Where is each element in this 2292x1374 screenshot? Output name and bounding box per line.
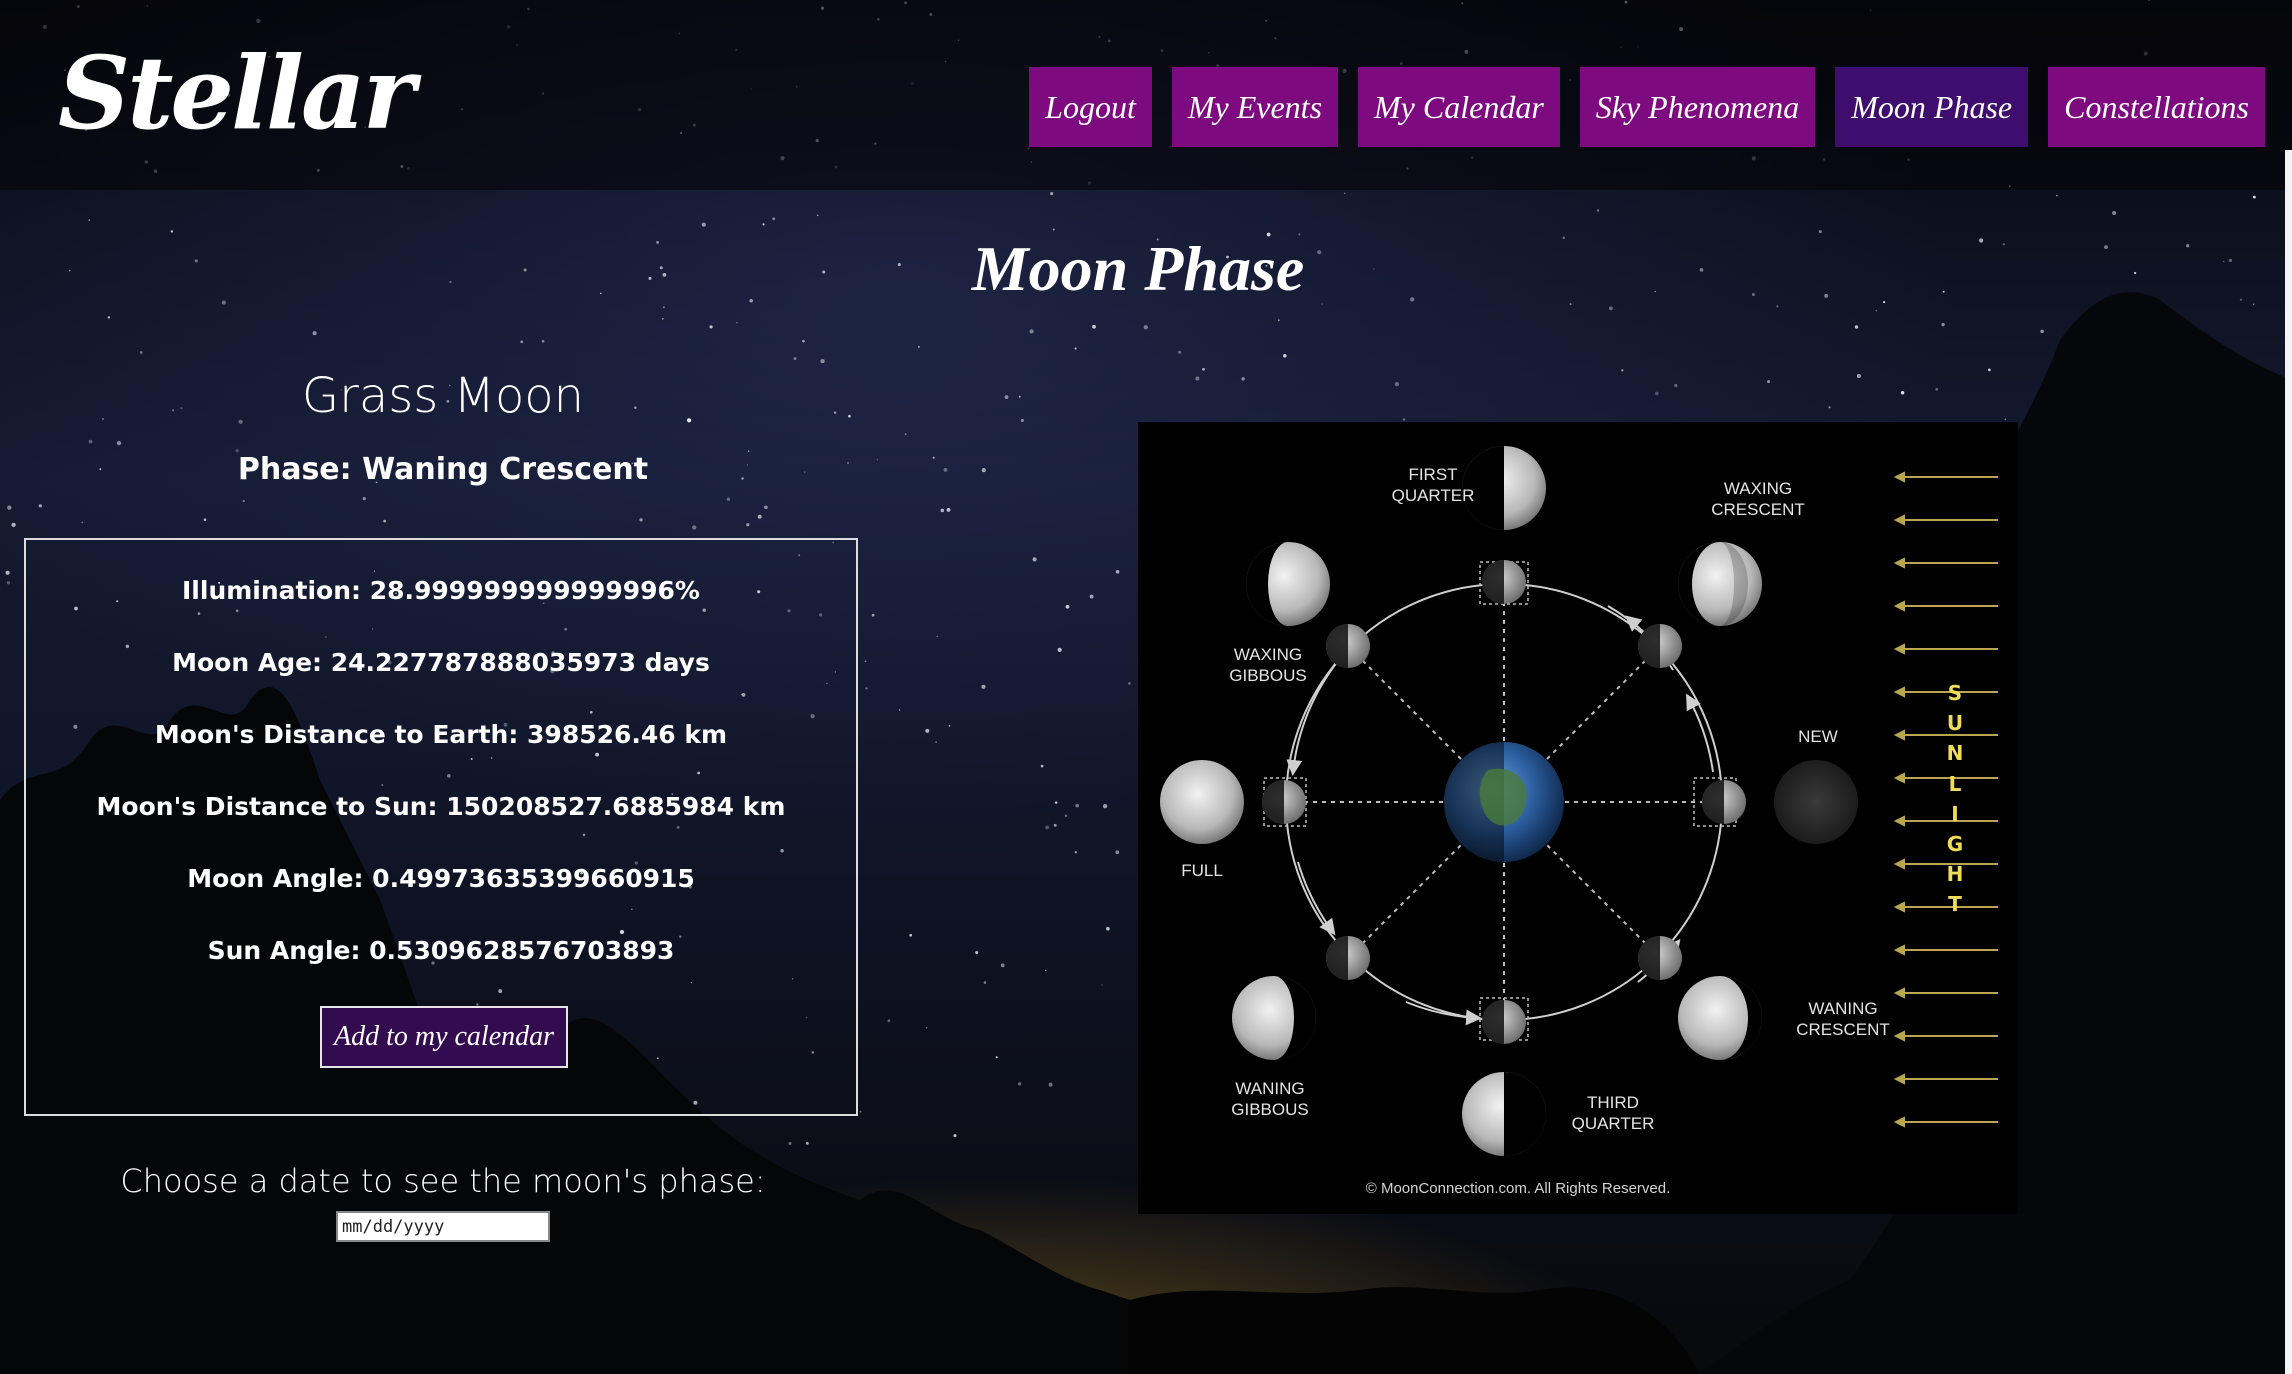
- nav-logout-button[interactable]: Logout: [1029, 67, 1152, 147]
- moon-phase-label: Phase: Waning Crescent: [237, 452, 649, 487]
- waxing-crescent-label: WAXING CRESCENT: [1711, 479, 1805, 519]
- sunlight-letter: T: [1948, 892, 1962, 917]
- moon-angle-value: Moon Angle: 0.49973635399660915: [187, 864, 695, 893]
- nav-sky-phenomena-button[interactable]: Sky Phenomena: [1579, 67, 1816, 147]
- moon-phase-diagram: FIRST QUARTER WAXING CRESCENT WAXING GIB…: [1138, 422, 2018, 1214]
- first-quarter-label: FIRST QUARTER: [1391, 465, 1475, 505]
- sunlight-letter: G: [1946, 832, 1964, 857]
- nav-moon-phase-button[interactable]: Moon Phase: [1835, 67, 2029, 147]
- nav-my-events-button[interactable]: My Events: [1171, 67, 1339, 147]
- nav-constellations-button[interactable]: Constellations: [2048, 67, 2265, 147]
- window-edge: [2285, 150, 2292, 1374]
- diagram-copyright: © MoonConnection.com. All Rights Reserve…: [1365, 1180, 1671, 1197]
- date-input[interactable]: [336, 1211, 550, 1242]
- sunlight-letter: H: [1946, 862, 1964, 887]
- nav-my-calendar-button[interactable]: My Calendar: [1358, 67, 1560, 147]
- full-moon-label: FULL: [1181, 861, 1223, 880]
- distance-sun-value: Moon's Distance to Sun: 150208527.688598…: [96, 792, 786, 821]
- sunlight-letter: S: [1947, 681, 1963, 705]
- third-quarter-label: THIRD QUARTER: [1571, 1093, 1655, 1133]
- waning-gibbous-label: WANING GIBBOUS: [1231, 1079, 1309, 1119]
- site-header: Stellar Logout My Events My Calendar Sky…: [0, 0, 2292, 190]
- sunlight-letter: U: [1946, 711, 1964, 736]
- waxing-gibbous-label: WAXING GIBBOUS: [1229, 645, 1307, 685]
- moon-name: Grass Moon: [301, 368, 585, 424]
- sunlight-letter: N: [1946, 741, 1964, 766]
- page-title: Moon Phase: [971, 233, 1305, 304]
- sun-angle-value: Sun Angle: 0.5309628576703893: [207, 936, 675, 965]
- waning-crescent-label: WANING CRESCENT: [1796, 999, 1890, 1039]
- date-picker-label: Choose a date to see the moon's phase:: [120, 1162, 766, 1200]
- distance-earth-value: Moon's Distance to Earth: 398526.46 km: [154, 720, 728, 749]
- moon-age-value: Moon Age: 24.227787888035973 days: [172, 648, 710, 677]
- sunlight-letter: L: [1948, 771, 1962, 796]
- main-nav: Logout My Events My Calendar Sky Phenome…: [1029, 67, 2265, 147]
- new-moon-label: NEW: [1798, 727, 1838, 746]
- sunlight-label: S U N L I G H T: [1940, 678, 1970, 920]
- add-to-calendar-button[interactable]: Add to my calendar: [320, 1006, 568, 1068]
- illumination-value: Illumination: 28.999999999999996%: [182, 576, 700, 605]
- moon-info-panel: Grass Moon Phase: Waning Crescent Illumi…: [0, 360, 886, 1242]
- stellar-logo[interactable]: Stellar: [58, 34, 415, 152]
- sunlight-letter: I: [1951, 801, 1959, 826]
- moon-details-box: Illumination: 28.999999999999996% Moon A…: [24, 538, 858, 1116]
